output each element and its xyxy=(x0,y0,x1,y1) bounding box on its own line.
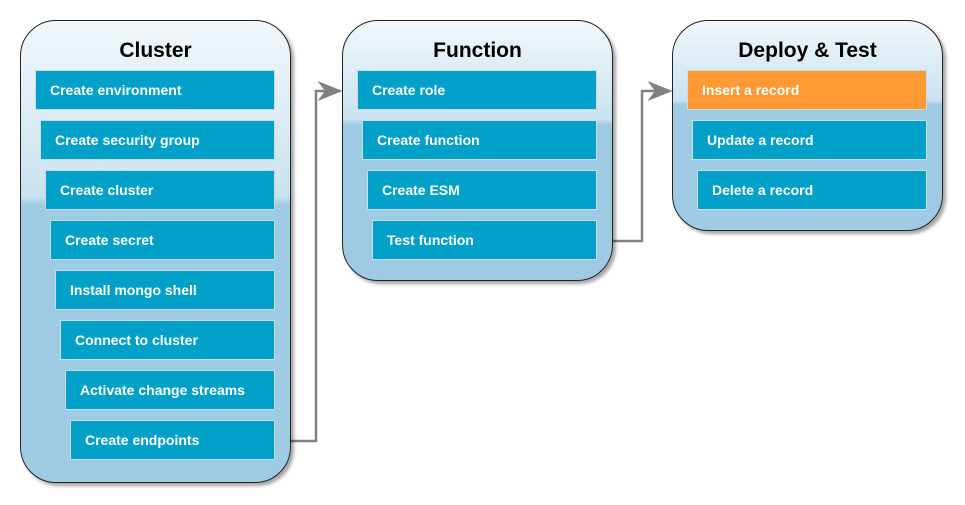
step-create-environment[interactable]: Create environment xyxy=(35,70,275,110)
step-connect-to-cluster[interactable]: Connect to cluster xyxy=(60,320,275,360)
step-create-cluster[interactable]: Create cluster xyxy=(45,170,275,210)
group-title: Function xyxy=(433,39,522,62)
group-title: Cluster xyxy=(119,39,192,62)
step-delete-a-record[interactable]: Delete a record xyxy=(697,170,927,210)
step-activate-change-streams[interactable]: Activate change streams xyxy=(65,370,275,410)
step-insert-a-record[interactable]: Insert a record xyxy=(687,70,927,110)
step-create-function[interactable]: Create function xyxy=(362,120,597,160)
group-title: Deploy & Test xyxy=(738,39,877,62)
step-create-secret[interactable]: Create secret xyxy=(50,220,275,260)
step-create-role[interactable]: Create role xyxy=(357,70,597,110)
arrow-function-to-deploy xyxy=(613,81,673,243)
step-test-function[interactable]: Test function xyxy=(372,220,597,260)
step-install-mongo-shell[interactable]: Install mongo shell xyxy=(55,270,275,310)
step-update-a-record[interactable]: Update a record xyxy=(692,120,927,160)
step-create-esm[interactable]: Create ESM xyxy=(367,170,597,210)
step-create-endpoints[interactable]: Create endpoints xyxy=(70,420,275,460)
arrow-cluster-to-function xyxy=(291,81,343,443)
step-create-security-group[interactable]: Create security group xyxy=(40,120,275,160)
